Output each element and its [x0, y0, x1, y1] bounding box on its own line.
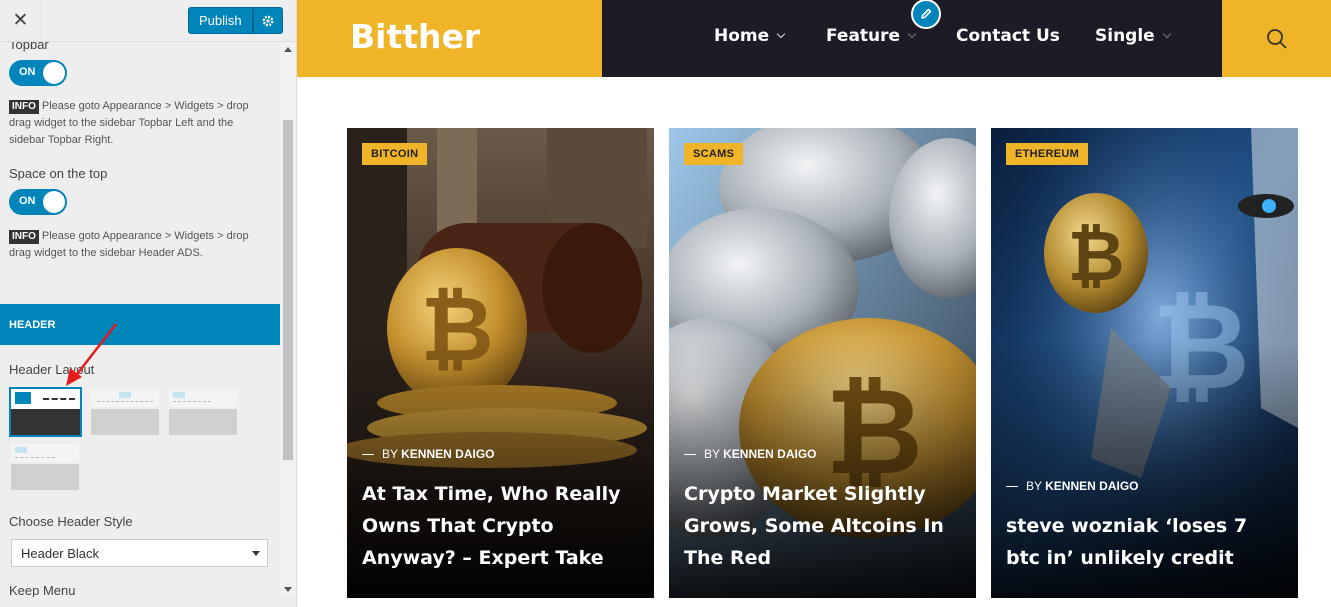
layout-preview-body [11, 409, 80, 435]
publish-button[interactable]: Publish [188, 7, 253, 34]
author-link[interactable]: KENNEN DAIGO [401, 447, 494, 461]
nav-item-home[interactable]: Home [714, 26, 786, 46]
byline-prefix: BY [1026, 479, 1042, 493]
category-badge[interactable]: BITCOIN [362, 143, 428, 165]
category-badge[interactable]: SCAMS [684, 143, 744, 165]
byline-dash [684, 454, 696, 455]
nav-label: Contact Us [956, 26, 1060, 46]
info-badge: INFO [9, 100, 39, 114]
site-logo-area[interactable]: Bitther [297, 0, 602, 77]
edit-shortcut-button[interactable] [911, 0, 941, 29]
post-card-2[interactable]: ₿ SCAMS BY KENNEN DAIGO Crypto Market Sl… [669, 128, 976, 598]
header-layout-option-3[interactable] [169, 389, 237, 435]
category-badge[interactable]: ETHEREUM [1006, 143, 1089, 165]
layout-preview-menu [43, 398, 75, 400]
scroll-down-icon[interactable] [284, 587, 292, 592]
scroll-up-icon[interactable] [284, 47, 292, 52]
chevron-down-icon [776, 29, 786, 39]
nav-label: Single [1095, 26, 1155, 46]
header-layout-option-4[interactable] [11, 444, 79, 490]
site-logo[interactable]: Bitther [350, 17, 480, 56]
customizer-header: ✕ Publish [0, 0, 296, 42]
byline-dash [362, 454, 374, 455]
publish-group: Publish [188, 7, 283, 34]
gear-icon [262, 15, 274, 26]
nav-item-single[interactable]: Single [1095, 26, 1171, 46]
space-top-toggle[interactable]: ON [9, 189, 67, 215]
site-preview: Bitther Home Feature Contact Us Single ₿… [297, 0, 1331, 607]
layout-preview-body [11, 464, 79, 490]
header-layout-option-2[interactable] [91, 389, 159, 435]
customizer-panel: ✕ Publish Topbar ON INFO Please goto Appe… [0, 0, 297, 607]
post-title[interactable]: At Tax Time, Who Really Owns That Crypto… [362, 478, 642, 574]
scroll-thumb[interactable] [283, 120, 293, 460]
nav-item-feature[interactable]: Feature [826, 26, 917, 46]
nav-item-contact[interactable]: Contact Us [956, 26, 1060, 46]
topbar-toggle[interactable]: ON [9, 60, 67, 86]
layout-preview-logo [15, 392, 31, 404]
byline-prefix: BY [382, 447, 398, 461]
post-title[interactable]: steve wozniak ‘loses 7 btc in’ unlikely … [1006, 510, 1286, 574]
chevron-down-icon [252, 551, 260, 556]
byline-prefix: BY [704, 447, 720, 461]
post-byline: BY KENNEN DAIGO [1006, 479, 1138, 493]
header-style-label: Choose Header Style [9, 514, 133, 529]
nav-label: Feature [826, 26, 901, 46]
chevron-down-icon [907, 29, 917, 39]
post-title[interactable]: Crypto Market Slightly Grows, Some Altco… [684, 478, 964, 574]
red-arrow-annotation-icon [66, 323, 117, 386]
layout-preview-logo [15, 447, 27, 453]
info-header-ads: INFO Please goto Appearance > Widgets > d… [9, 228, 271, 262]
keep-menu-label: Keep Menu [9, 583, 76, 597]
section-header[interactable]: HEADER [0, 304, 280, 345]
chevron-down-icon [1162, 29, 1171, 39]
author-link[interactable]: KENNEN DAIGO [1045, 479, 1138, 493]
info-badge: INFO [9, 230, 39, 244]
toggle-state: ON [19, 66, 36, 78]
info-topbar: INFO Please goto Appearance > Widgets > d… [9, 98, 271, 149]
post-byline: BY KENNEN DAIGO [362, 447, 494, 461]
close-button[interactable]: ✕ [0, 0, 42, 41]
info-text: Please goto Appearance > Widgets > drop … [9, 230, 249, 259]
byline-dash [1006, 486, 1018, 487]
layout-preview-body [91, 409, 159, 435]
toggle-knob [43, 62, 65, 84]
header-layout-option-1[interactable] [9, 387, 82, 437]
layout-preview-logo [173, 392, 185, 398]
publish-settings-button[interactable] [252, 7, 283, 34]
post-byline: BY KENNEN DAIGO [684, 447, 816, 461]
toggle-knob [43, 191, 65, 213]
pencil-icon [921, 8, 932, 19]
layout-preview-menu [97, 401, 153, 402]
search-icon [1266, 28, 1287, 49]
layout-preview-logo [119, 392, 131, 398]
customizer-controls: Topbar ON INFO Please goto Appearance > W… [0, 42, 280, 597]
search-button[interactable] [1222, 0, 1331, 77]
layout-preview-body [169, 409, 237, 435]
info-text: Please goto Appearance > Widgets > drop … [9, 100, 249, 146]
svg-text:₿: ₿ [1067, 215, 1124, 297]
header-style-select[interactable]: Header Black [11, 539, 268, 567]
close-icon: ✕ [12, 10, 29, 31]
nav-label: Home [714, 26, 770, 46]
layout-preview-menu [173, 401, 211, 402]
post-card-3[interactable]: ₿ ₿ ETHEREUM BY KENNEN DAIGO steve wozni… [991, 128, 1298, 598]
panel-scrollbar[interactable] [280, 42, 296, 597]
author-link[interactable]: KENNEN DAIGO [723, 447, 816, 461]
layout-preview-menu [15, 457, 55, 458]
header-style-value: Header Black [21, 546, 100, 561]
topbar-label: Topbar [9, 42, 49, 52]
post-card-1[interactable]: ₿ BITCOIN BY KENNEN DAIGO At Tax Time, W… [347, 128, 654, 598]
space-top-label: Space on the top [9, 166, 108, 181]
toggle-state: ON [19, 195, 36, 207]
